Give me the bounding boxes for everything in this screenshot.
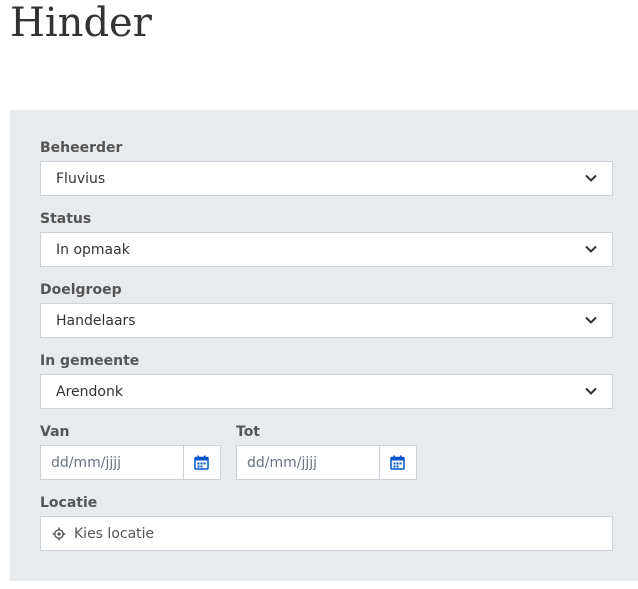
chevron-down-icon — [585, 387, 597, 395]
chevron-down-icon — [585, 174, 597, 182]
chevron-down-icon — [585, 245, 597, 253]
status-value: In opmaak — [56, 241, 130, 258]
status-label: Status — [40, 211, 92, 227]
beheerder-value: Fluvius — [56, 170, 106, 187]
van-date-input: dd/mm/jjjj — [40, 445, 221, 480]
doelgroep-select[interactable]: Handelaars — [40, 303, 613, 338]
status-select[interactable]: In opmaak — [40, 232, 613, 267]
van-date-field[interactable]: dd/mm/jjjj — [41, 446, 184, 479]
gemeente-value: Arendonk — [56, 383, 123, 400]
beheerder-label: Beheerder — [40, 140, 123, 156]
van-calendar-button[interactable] — [184, 446, 220, 479]
gemeente-label: In gemeente — [40, 353, 140, 369]
doelgroep-value: Handelaars — [56, 312, 136, 329]
tot-calendar-button[interactable] — [380, 446, 416, 479]
page: Hinder Beheerder Fluvius Status In opmaa… — [0, 0, 638, 589]
locatie-label: Locatie — [40, 495, 98, 511]
locatie-input[interactable]: Kies locatie — [40, 516, 613, 551]
chevron-down-icon — [585, 316, 597, 324]
gemeente-select[interactable]: Arendonk — [40, 374, 613, 409]
van-label: Van — [40, 424, 70, 440]
tot-date-input: dd/mm/jjjj — [236, 445, 417, 480]
doelgroep-label: Doelgroep — [40, 282, 122, 298]
page-title: Hinder — [10, 0, 152, 46]
tot-date-field[interactable]: dd/mm/jjjj — [237, 446, 380, 479]
location-target-icon — [52, 527, 66, 541]
beheerder-select[interactable]: Fluvius — [40, 161, 613, 196]
calendar-icon — [390, 455, 406, 470]
locatie-placeholder: Kies locatie — [74, 525, 155, 542]
calendar-icon — [194, 455, 210, 470]
tot-label: Tot — [236, 424, 261, 440]
filter-panel: Beheerder Fluvius Status In opmaak Doelg… — [10, 110, 638, 581]
